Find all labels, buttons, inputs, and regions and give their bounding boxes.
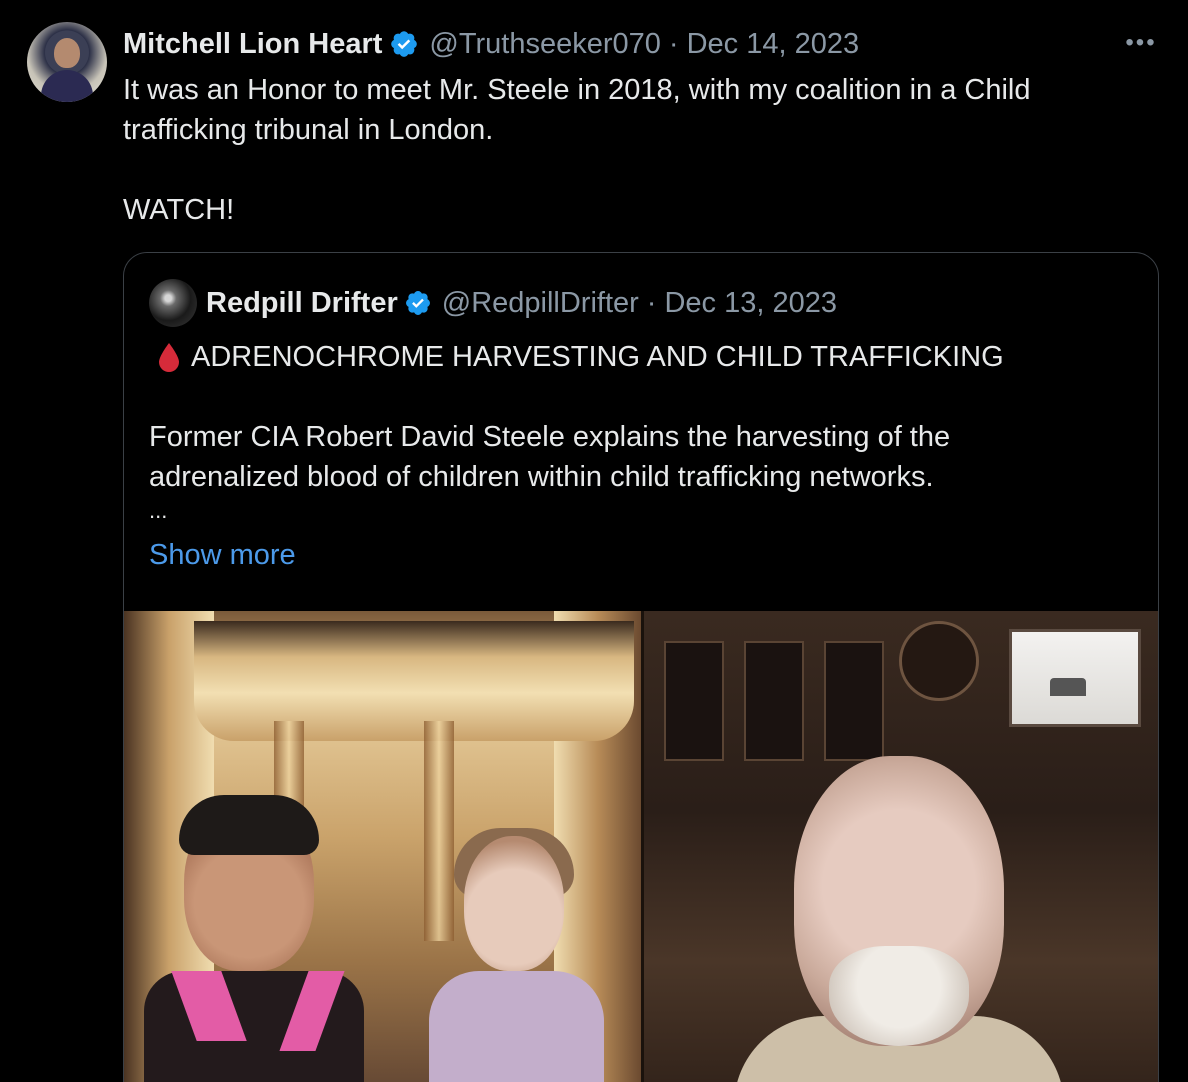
quoted-title-text: ADRENOCHROME HARVESTING AND CHILD TRAFFI… — [191, 341, 1004, 373]
avatar-face — [54, 38, 80, 68]
tweet-text-line: It was an Honor to meet Mr. Steele in 20… — [123, 74, 1031, 146]
quoted-tweet[interactable]: Redpill Drifter @RedpillDrifter · Dec 13… — [123, 252, 1159, 1082]
video-person — [144, 795, 364, 1082]
quoted-author-avatar[interactable] — [149, 279, 197, 327]
background-shelf — [824, 641, 884, 761]
tweet-text-line: WATCH! — [123, 194, 235, 226]
monitor-shape — [1050, 678, 1086, 696]
avatar-shirt — [41, 70, 93, 102]
video-panel-right — [644, 611, 1158, 1082]
author-name[interactable]: Mitchell Lion Heart — [123, 26, 382, 62]
video-player[interactable] — [124, 611, 1158, 1082]
tweet-date[interactable]: Dec 14, 2023 — [687, 26, 860, 62]
video-panel-left — [124, 611, 641, 1082]
person-head — [464, 836, 564, 971]
author-avatar[interactable] — [27, 22, 107, 102]
blood-drop-icon — [159, 343, 179, 372]
person-body — [429, 971, 604, 1082]
video-person — [734, 756, 1064, 1082]
quoted-author-name[interactable]: Redpill Drifter — [206, 285, 398, 321]
tweet: Mitchell Lion Heart @Truthseeker070 · De… — [0, 0, 1188, 1082]
tweet-text: It was an Honor to meet Mr. Steele in 20… — [123, 70, 1123, 230]
quoted-text-ellipsis: ... — [149, 498, 168, 523]
verified-badge-icon — [391, 31, 418, 57]
person-hair — [179, 795, 319, 855]
background-shelf — [664, 641, 724, 761]
background-lamp — [899, 621, 979, 701]
tweet-header: Mitchell Lion Heart @Truthseeker070 · De… — [123, 26, 859, 62]
person-beard — [829, 946, 969, 1046]
video-person — [424, 828, 604, 1082]
curtain-valance — [194, 621, 634, 741]
background-shelf — [744, 641, 804, 761]
quoted-author-handle[interactable]: @RedpillDrifter — [442, 285, 639, 321]
show-more-link[interactable]: Show more — [149, 535, 296, 575]
date-separator: · — [646, 287, 657, 319]
date-separator: · — [668, 28, 679, 60]
quoted-tweet-text: Former CIA Robert David Steele explains … — [149, 421, 951, 493]
verified-badge-icon — [405, 291, 430, 315]
author-handle[interactable]: @Truthseeker070 — [429, 26, 660, 62]
background-monitor — [1009, 629, 1141, 727]
more-options-button[interactable]: ••• — [1123, 31, 1159, 55]
quoted-tweet-title: ADRENOCHROME HARVESTING AND CHILD TRAFFI… — [157, 337, 1004, 377]
quoted-tweet-date[interactable]: Dec 13, 2023 — [664, 285, 837, 321]
quoted-tweet-header: Redpill Drifter @RedpillDrifter · Dec 13… — [206, 285, 837, 321]
